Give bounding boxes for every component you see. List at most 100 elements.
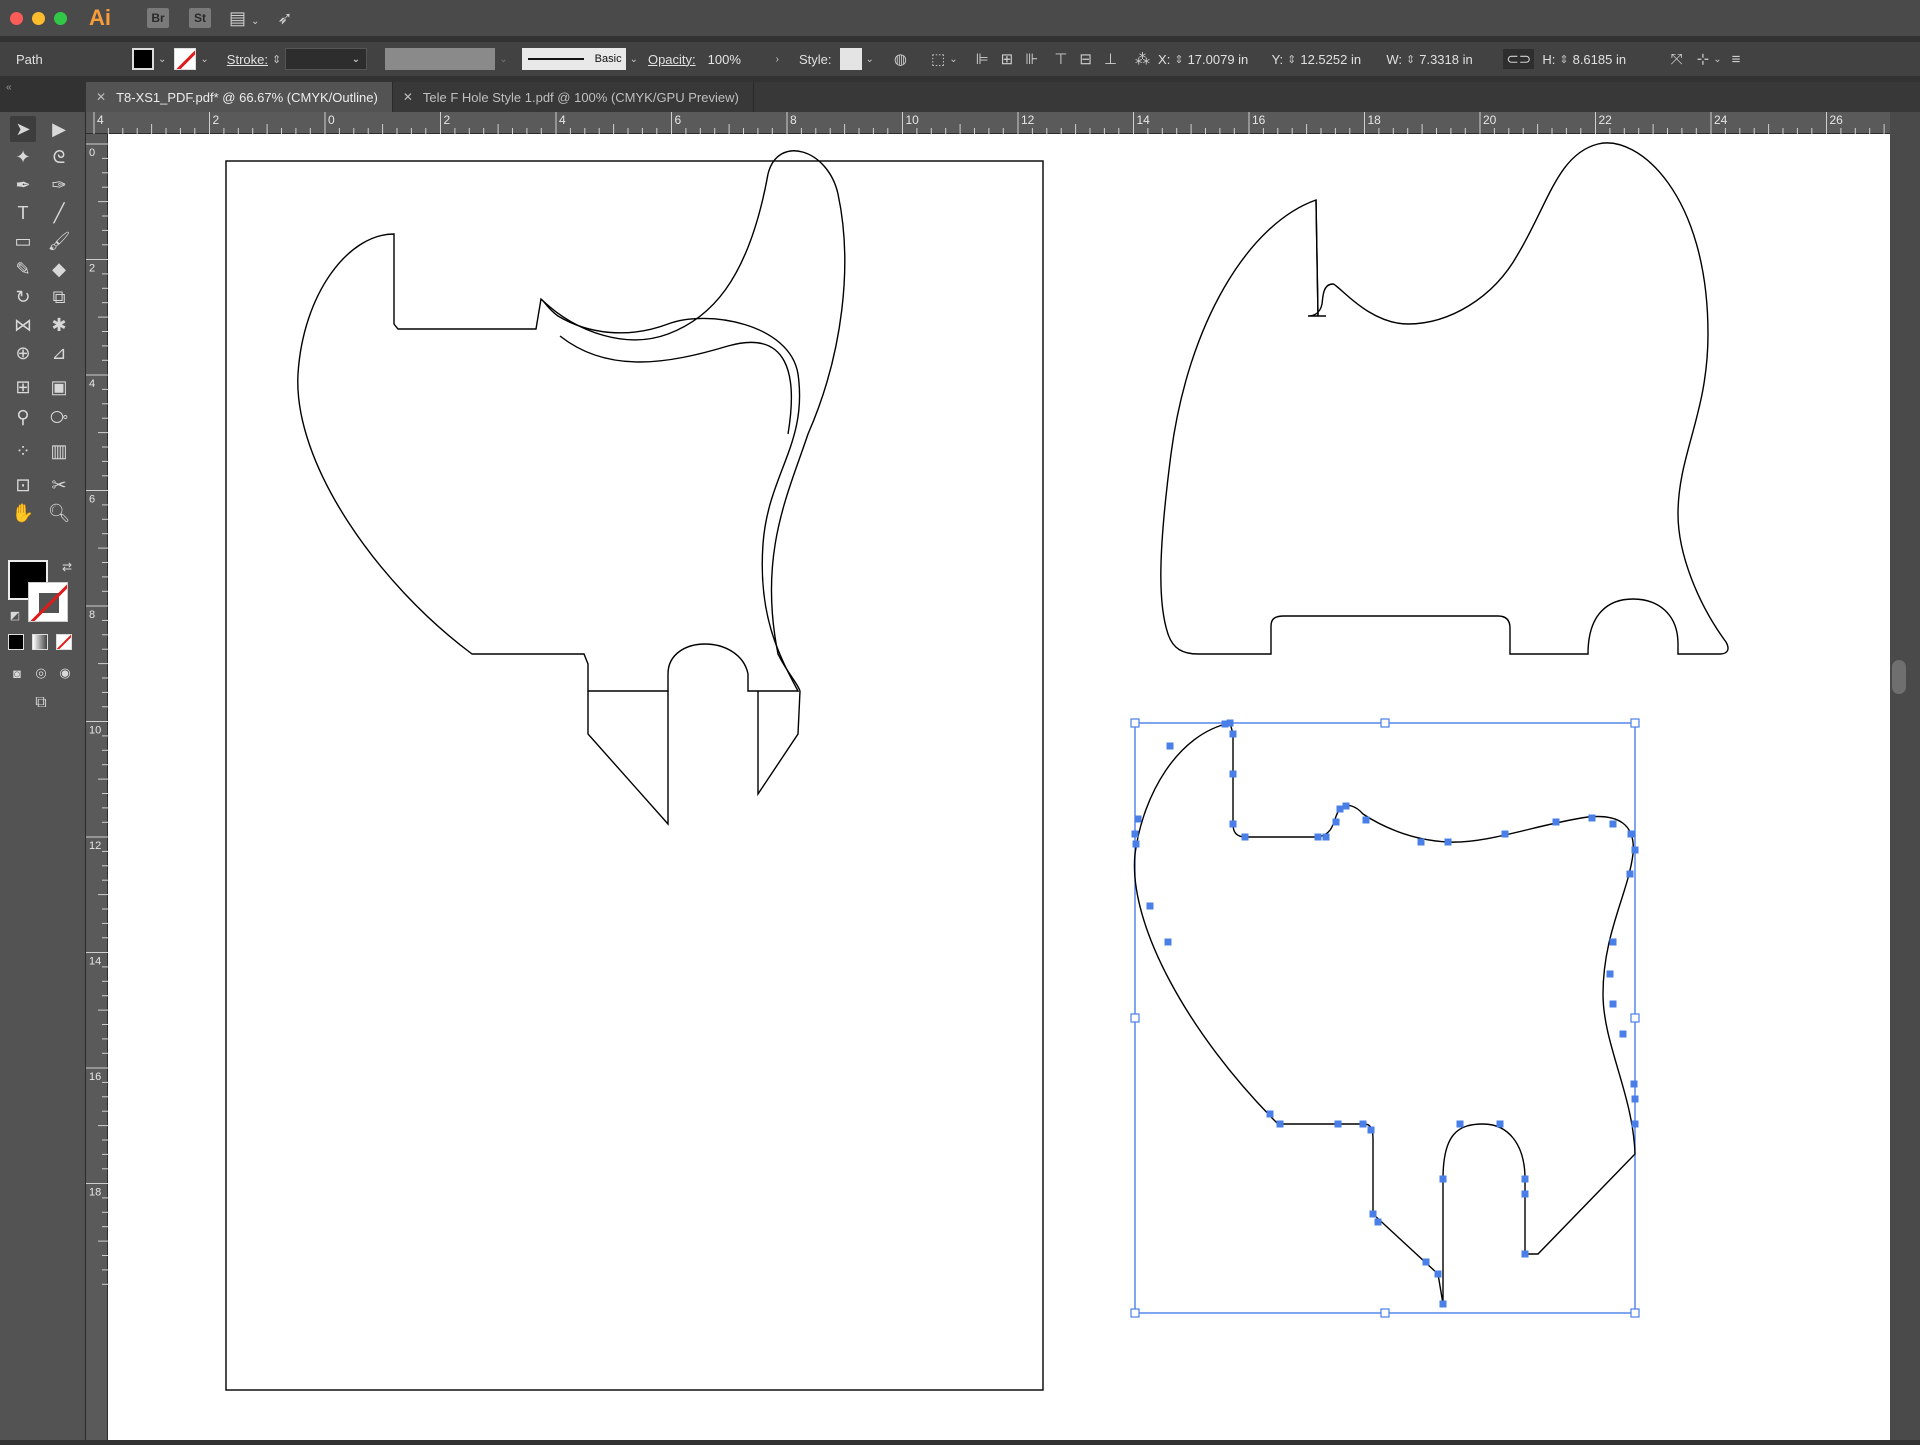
anchor-point[interactable]: [1609, 1000, 1617, 1008]
stroke-color-swatch[interactable]: [174, 48, 197, 70]
pen-tool-icon[interactable]: ✒: [10, 172, 36, 198]
opacity-field[interactable]: 100%: [702, 48, 772, 70]
close-tab-icon[interactable]: ✕: [403, 90, 413, 104]
fill-color-swatch[interactable]: [132, 48, 154, 70]
anchor-point[interactable]: [1314, 833, 1322, 841]
hand-tool-icon[interactable]: ✋: [10, 500, 36, 526]
close-window-button[interactable]: [10, 11, 23, 25]
width-tool-icon[interactable]: ⋈: [10, 312, 36, 338]
pickguard-outline-left[interactable]: [297, 150, 846, 826]
anchor-point[interactable]: [1322, 833, 1330, 841]
y-field[interactable]: 12.5252 in: [1300, 52, 1384, 67]
anchor-point[interactable]: [1367, 1126, 1375, 1134]
anchor-point[interactable]: [1336, 805, 1344, 813]
anchor-point[interactable]: [1221, 720, 1229, 728]
w-stepper[interactable]: ⇕: [1406, 53, 1415, 66]
align-top-icon[interactable]: ⊤: [1054, 50, 1067, 68]
anchor-point[interactable]: [1241, 833, 1249, 841]
artboard[interactable]: [225, 160, 1044, 1391]
align-left-icon[interactable]: ⊫: [976, 50, 989, 68]
anchor-point[interactable]: [1439, 1175, 1447, 1183]
anchor-point[interactable]: [1134, 815, 1142, 823]
variable-width-profile[interactable]: [385, 48, 496, 70]
stroke-color-box[interactable]: [28, 582, 68, 622]
anchor-point[interactable]: [1164, 938, 1172, 946]
draw-normal-icon[interactable]: ◙: [4, 660, 30, 686]
chevron-down-icon[interactable]: ⌄: [158, 54, 166, 65]
opacity-slider-chevron-icon[interactable]: ›: [776, 54, 779, 65]
anchor-point[interactable]: [1132, 840, 1140, 848]
horizontal-ruler[interactable]: 4 2 0 2 4 6 8 10 12 14 16 18 20 22 24 26: [86, 112, 1920, 134]
eraser-tool-icon[interactable]: ◆: [46, 256, 72, 282]
resize-handle[interactable]: [1380, 718, 1390, 728]
anchor-point[interactable]: [1521, 1175, 1529, 1183]
h-field[interactable]: 8.6185 in: [1573, 52, 1657, 67]
magic-wand-tool-icon[interactable]: ✦: [10, 144, 36, 170]
document-tab[interactable]: ✕ T8-XS1_PDF.pdf* @ 66.67% (CMYK/Outline…: [86, 82, 393, 112]
eyedropper-tool-icon[interactable]: ⚲: [10, 404, 36, 430]
chevron-down-icon[interactable]: ⌄: [630, 54, 638, 65]
resize-handle[interactable]: [1380, 1308, 1390, 1318]
anchor-point[interactable]: [1444, 838, 1452, 846]
anchor-point[interactable]: [1362, 816, 1370, 824]
draw-inside-icon[interactable]: ◉: [52, 660, 78, 686]
rotate-tool-icon[interactable]: ↻: [10, 284, 36, 310]
x-field[interactable]: 17.0079 in: [1188, 52, 1268, 67]
none-mode-icon[interactable]: [56, 634, 72, 650]
resize-handle[interactable]: [1630, 718, 1640, 728]
anchor-point[interactable]: [1374, 1218, 1382, 1226]
column-graph-tool-icon[interactable]: ▥: [46, 438, 72, 464]
control-bar-menu-icon[interactable]: ≡: [1732, 51, 1741, 68]
anchor-point[interactable]: [1229, 820, 1237, 828]
vertical-scrollbar[interactable]: [1890, 112, 1920, 1440]
default-fill-stroke-icon[interactable]: ◩: [2, 602, 28, 628]
bounding-box-handles[interactable]: [1130, 718, 1640, 1318]
gpu-performance-icon[interactable]: ➶: [277, 8, 292, 29]
chevron-down-icon[interactable]: ⌄: [866, 54, 874, 65]
chevron-down-icon[interactable]: ⌄: [1713, 54, 1721, 65]
constrain-proportions-icon[interactable]: ⊂⊃: [1503, 49, 1535, 69]
anchor-point[interactable]: [1609, 820, 1617, 828]
anchor-point[interactable]: [1131, 830, 1139, 838]
anchor-point[interactable]: [1631, 1095, 1639, 1103]
anchor-point[interactable]: [1342, 802, 1350, 810]
resize-handle[interactable]: [1130, 1013, 1140, 1023]
anchor-point[interactable]: [1631, 1120, 1639, 1128]
close-tab-icon[interactable]: ✕: [96, 90, 106, 104]
swap-fill-stroke-icon[interactable]: ⇄: [54, 554, 80, 580]
lasso-tool-icon[interactable]: ᘓ: [46, 144, 72, 170]
recolor-artwork-icon[interactable]: ◍: [894, 50, 907, 68]
resize-handle[interactable]: [1130, 1308, 1140, 1318]
slice-tool-icon[interactable]: ✂: [46, 472, 72, 498]
graphic-style-swatch[interactable]: [839, 48, 862, 70]
h-stepper[interactable]: ⇕: [1559, 53, 1568, 66]
screen-mode-icon[interactable]: ⧉: [28, 690, 54, 716]
anchor-point[interactable]: [1266, 1110, 1274, 1118]
anchor-point[interactable]: [1521, 1190, 1529, 1198]
direct-selection-tool-icon[interactable]: ▶: [46, 116, 72, 142]
anchor-point[interactable]: [1609, 938, 1617, 946]
anchor-point[interactable]: [1456, 1120, 1464, 1128]
bridge-button[interactable]: Br: [147, 8, 169, 28]
x-stepper[interactable]: ⇕: [1174, 53, 1183, 66]
symbol-sprayer-tool-icon[interactable]: ⁘: [10, 438, 36, 464]
zoom-window-button[interactable]: [54, 11, 67, 25]
anchor-point[interactable]: [1501, 830, 1509, 838]
reference-point-icon[interactable]: ⁂: [1135, 50, 1150, 68]
blend-tool-icon[interactable]: ⧂: [46, 404, 72, 430]
anchor-point[interactable]: [1626, 870, 1634, 878]
transform-icon[interactable]: ⤧: [1671, 51, 1683, 68]
align-horizontal-center-icon[interactable]: ⊞: [1001, 50, 1014, 68]
shape-builder-tool-icon[interactable]: ⊕: [10, 340, 36, 366]
brush-definition-field[interactable]: Basic: [521, 48, 626, 70]
draw-behind-icon[interactable]: ◎: [28, 660, 54, 686]
zoom-tool-icon[interactable]: 🔍︎: [46, 500, 72, 526]
chevron-down-icon[interactable]: ⌄: [200, 54, 208, 65]
anchor-point[interactable]: [1521, 1250, 1529, 1258]
chevron-down-icon[interactable]: ⌄: [949, 54, 957, 65]
anchor-point[interactable]: [1229, 770, 1237, 778]
align-right-icon[interactable]: ⊪: [1025, 50, 1038, 68]
anchor-point[interactable]: [1588, 814, 1596, 822]
align-vertical-center-icon[interactable]: ⊟: [1079, 50, 1092, 68]
anchor-point[interactable]: [1334, 1120, 1342, 1128]
